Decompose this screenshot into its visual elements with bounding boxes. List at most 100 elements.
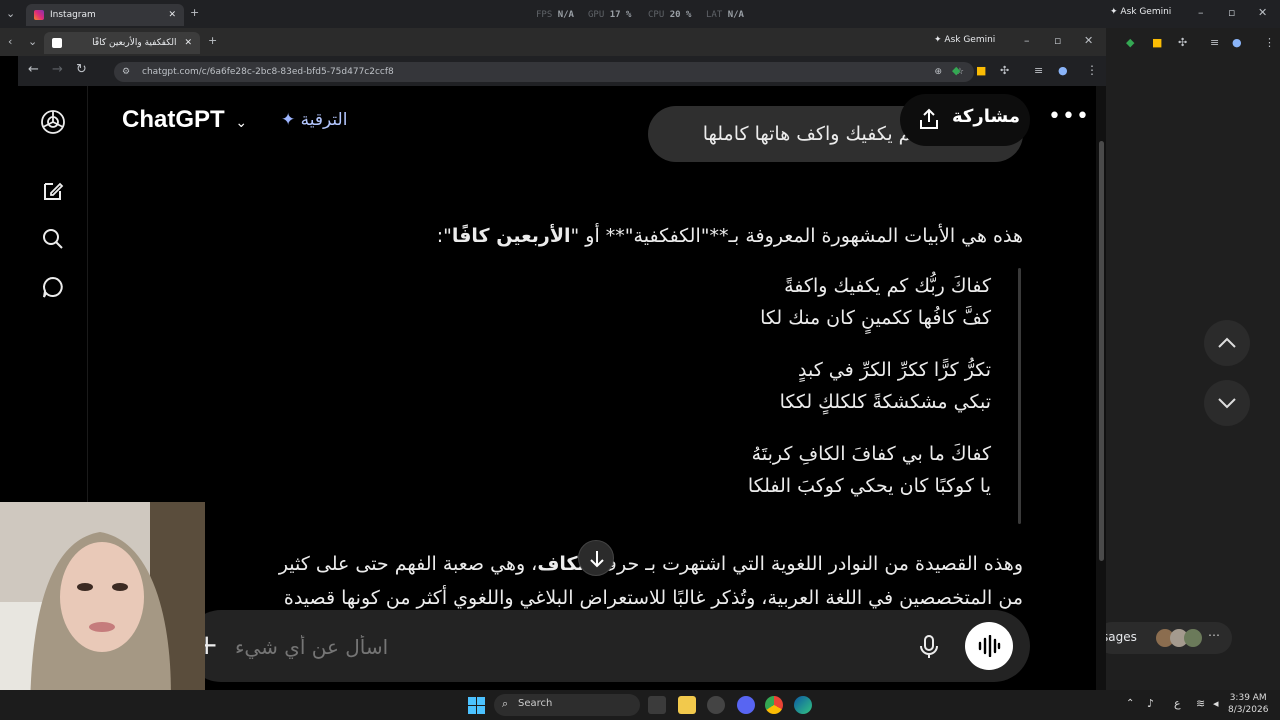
shield-icon[interactable]: ◆ bbox=[1126, 36, 1134, 49]
share-icon bbox=[920, 108, 938, 129]
forward-arrow-icon[interactable]: → bbox=[52, 62, 63, 77]
scroll-down-button[interactable] bbox=[1204, 380, 1250, 426]
voice-mode-button[interactable] bbox=[965, 622, 1013, 670]
scroll-up-button[interactable] bbox=[1204, 320, 1250, 366]
verse-line: تكرُّ كرًّا ككرِّ الكرِّ في كبدٍ bbox=[797, 359, 991, 381]
back-arrow-icon[interactable]: ← bbox=[28, 62, 39, 77]
close-icon[interactable]: ✕ bbox=[168, 10, 176, 20]
windows-start-icon[interactable] bbox=[468, 697, 485, 714]
more-options-icon[interactable]: ••• bbox=[1048, 104, 1090, 129]
address-bar: ← → ↻ ⚙ chatgpt.com/c/6a6fe28c-2bc8-83ed… bbox=[18, 56, 1106, 86]
reload-icon[interactable]: ↻ bbox=[76, 62, 87, 77]
chrome-icon[interactable] bbox=[765, 696, 783, 714]
messages-pill[interactable]: sages ⋯ bbox=[1096, 622, 1232, 654]
puzzle-icon[interactable]: ✣ bbox=[1000, 64, 1009, 77]
profile-icon[interactable]: ● bbox=[1232, 36, 1242, 49]
puzzle-icon[interactable]: ✣ bbox=[1178, 36, 1187, 49]
upgrade-label: الترقية bbox=[300, 110, 348, 130]
volume-icon[interactable]: ◂ bbox=[1213, 697, 1219, 710]
search-label: Search bbox=[518, 698, 553, 709]
new-tab-icon[interactable]: + bbox=[190, 6, 199, 19]
chevron-up-icon bbox=[1218, 337, 1236, 348]
more-icon[interactable]: ⋯ bbox=[1208, 628, 1220, 642]
model-name: ChatGPT bbox=[122, 106, 225, 133]
scrollbar-thumb[interactable] bbox=[1099, 141, 1104, 561]
intro-text: هذه هي الأبيات المشهورة المعروفة بـ**"ال… bbox=[570, 225, 1023, 247]
media-icon[interactable]: ≡ bbox=[1034, 64, 1043, 77]
tab-title: الكفكفية والأربعين كافًا bbox=[92, 38, 177, 48]
stat-fps: FPS N/A bbox=[536, 10, 574, 20]
tab-instagram[interactable]: Instagram ✕ bbox=[26, 4, 184, 26]
verse-line: يا كوكبًا كان يحكي كوكبَ الفلكا bbox=[747, 475, 991, 497]
extension-icon[interactable]: ■ bbox=[1152, 36, 1162, 49]
assistant-paragraph-line: وهذه القصيدة من النوادر اللغوية التي اشت… bbox=[128, 548, 1023, 580]
taskbar-search[interactable]: ⌕ Search bbox=[494, 694, 640, 716]
verse-line: تبكي مشكشكةً كلكلكٍ لككا bbox=[779, 391, 991, 413]
close-window-icon[interactable]: ✕ bbox=[1084, 34, 1093, 47]
tab-chatgpt[interactable]: الكفكفية والأربعين كافًا ✕ bbox=[44, 32, 200, 54]
arrow-down-icon bbox=[590, 551, 604, 568]
prompt-input[interactable] bbox=[235, 630, 395, 664]
scroll-to-bottom-button[interactable] bbox=[578, 540, 614, 576]
shield-icon[interactable]: ◆ bbox=[952, 64, 960, 77]
new-tab-icon[interactable]: + bbox=[208, 34, 217, 47]
media-icon[interactable]: ≡ bbox=[1210, 36, 1219, 49]
chatgpt-favicon-icon bbox=[52, 38, 62, 48]
url-field[interactable]: ⚙ chatgpt.com/c/6a6fe28c-2bc8-83ed-bfd5-… bbox=[114, 62, 974, 82]
minimize-icon[interactable]: – bbox=[1198, 6, 1204, 19]
messages-label: sages bbox=[1102, 630, 1137, 644]
menu-icon[interactable]: ⋮ bbox=[1264, 36, 1275, 49]
intro-bold: الأربعين كافًا bbox=[451, 225, 571, 247]
menu-icon[interactable]: ⋮ bbox=[1086, 63, 1098, 77]
tab-list-icon[interactable]: ⌄ bbox=[28, 35, 37, 48]
discord-icon[interactable] bbox=[737, 696, 755, 714]
clock[interactable]: 3:39 AM 8/3/2026 bbox=[1228, 692, 1268, 716]
new-chat-icon[interactable] bbox=[40, 178, 66, 204]
back-browser-tabbar: ⌄ Instagram ✕ + FPS N/A GPU 17 % CPU 20 … bbox=[0, 0, 1280, 28]
close-window-icon[interactable]: ✕ bbox=[1258, 6, 1267, 19]
model-selector[interactable]: ChatGPT ⌄ bbox=[122, 106, 247, 134]
maximize-icon[interactable]: ▫ bbox=[1054, 34, 1061, 47]
back-icon[interactable]: ‹ bbox=[8, 35, 12, 48]
stat-lat: LAT N/A bbox=[706, 10, 744, 20]
search-icon[interactable] bbox=[40, 226, 66, 252]
minimize-icon[interactable]: – bbox=[1024, 34, 1030, 47]
composer: + bbox=[185, 610, 1030, 682]
task-view-icon[interactable] bbox=[648, 696, 666, 714]
sparkle-icon: ✦ bbox=[281, 110, 296, 130]
wifi-icon[interactable]: ≋ bbox=[1196, 697, 1205, 710]
assistant-intro: هذه هي الأبيات المشهورة المعروفة بـ**"ال… bbox=[398, 220, 1023, 252]
verse-line: كفاكَ ربُّك كم يكفيك واكفةً bbox=[784, 275, 991, 297]
upgrade-button[interactable]: ✦ الترقية bbox=[281, 110, 347, 130]
chevron-down-icon bbox=[1218, 398, 1236, 409]
share-button[interactable]: مشاركة bbox=[900, 94, 1030, 146]
url-text: chatgpt.com/c/6a6fe28c-2bc8-83ed-bfd5-75… bbox=[142, 67, 394, 77]
maximize-icon[interactable]: ▫ bbox=[1228, 6, 1235, 19]
settings-icon[interactable] bbox=[707, 696, 725, 714]
zoom-icon[interactable]: ⊕ bbox=[934, 62, 942, 82]
tab-list-icon[interactable]: ⌄ bbox=[6, 7, 15, 20]
ask-gemini-button[interactable]: ✦ Ask Gemini bbox=[934, 35, 995, 45]
stat-cpu: CPU 20 % bbox=[648, 10, 692, 20]
chat-main: ChatGPT ⌄ ✦ الترقية كفاك ربك كم يكفيك وا… bbox=[88, 86, 1098, 690]
blockquote-bar bbox=[1018, 268, 1021, 524]
language-indicator[interactable]: ع bbox=[1174, 697, 1181, 710]
edge-icon[interactable] bbox=[794, 696, 812, 714]
microphone-icon[interactable] bbox=[919, 634, 939, 660]
close-icon[interactable]: ✕ bbox=[184, 38, 192, 48]
profile-icon[interactable]: ● bbox=[1058, 64, 1068, 77]
page-scrollbar[interactable] bbox=[1096, 86, 1106, 690]
file-explorer-icon[interactable] bbox=[678, 696, 696, 714]
tray-chevron-icon[interactable]: ⌃ bbox=[1126, 698, 1134, 709]
intro-end: ": bbox=[436, 225, 452, 247]
extension-icon[interactable]: ■ bbox=[976, 64, 986, 77]
para-text: ، وهي صعبة الفهم حتى على كثير bbox=[278, 553, 538, 575]
mic-tray-icon[interactable]: ♪ bbox=[1147, 697, 1154, 710]
ask-gemini-button[interactable]: ✦ Ask Gemini bbox=[1110, 7, 1171, 17]
openai-logo-icon[interactable] bbox=[39, 108, 67, 136]
share-label: مشاركة bbox=[952, 106, 1020, 127]
webcam-overlay bbox=[0, 502, 205, 720]
chat-bubble-icon[interactable] bbox=[40, 274, 66, 300]
background-window: ◆ ■ ✣ ≡ ● ⋮ sages ⋯ bbox=[1096, 28, 1280, 690]
site-info-icon[interactable]: ⚙ bbox=[122, 62, 130, 82]
